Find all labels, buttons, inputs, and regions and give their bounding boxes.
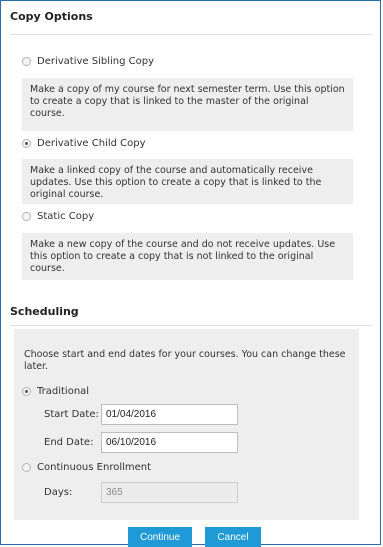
option-continuous-enrollment[interactable]: Continuous Enrollment [22,462,151,473]
option-label: Static Copy [37,211,95,222]
scheduling-intro: Choose start and end dates for your cour… [24,349,346,372]
radio-button[interactable] [22,212,31,221]
option-static-copy[interactable]: Static Copy [22,211,94,222]
option-traditional[interactable]: Traditional [22,386,89,397]
radio-button-selected[interactable] [22,139,31,148]
option-description: Make a new copy of the course and do not… [22,233,353,280]
option-description: Make a copy of my course for next semest… [22,78,353,131]
radio-button[interactable] [22,57,31,66]
option-derivative-sibling-copy[interactable]: Derivative Sibling Copy [22,56,154,67]
start-date-label: Start Date: [44,409,99,420]
start-date-input[interactable] [101,404,238,425]
option-label: Continuous Enrollment [37,462,152,473]
radio-button-selected[interactable] [22,387,31,396]
option-label: Traditional [37,386,90,397]
option-derivative-child-copy[interactable]: Derivative Child Copy [22,138,146,149]
radio-button[interactable] [22,463,31,472]
section-divider [10,34,373,35]
option-label: Derivative Child Copy [37,138,146,149]
days-label: Days: [44,487,73,498]
days-input[interactable] [101,482,238,503]
end-date-label: End Date: [44,437,94,448]
option-description: Make a linked copy of the course and aut… [22,159,353,204]
option-label: Derivative Sibling Copy [37,56,154,67]
end-date-input[interactable] [101,432,238,453]
copy-options-heading: Copy Options [10,10,93,23]
continue-button[interactable]: Continue [128,527,192,547]
section-divider [10,325,373,326]
scheduling-heading: Scheduling [10,305,79,318]
cancel-button[interactable]: Cancel [205,527,261,547]
